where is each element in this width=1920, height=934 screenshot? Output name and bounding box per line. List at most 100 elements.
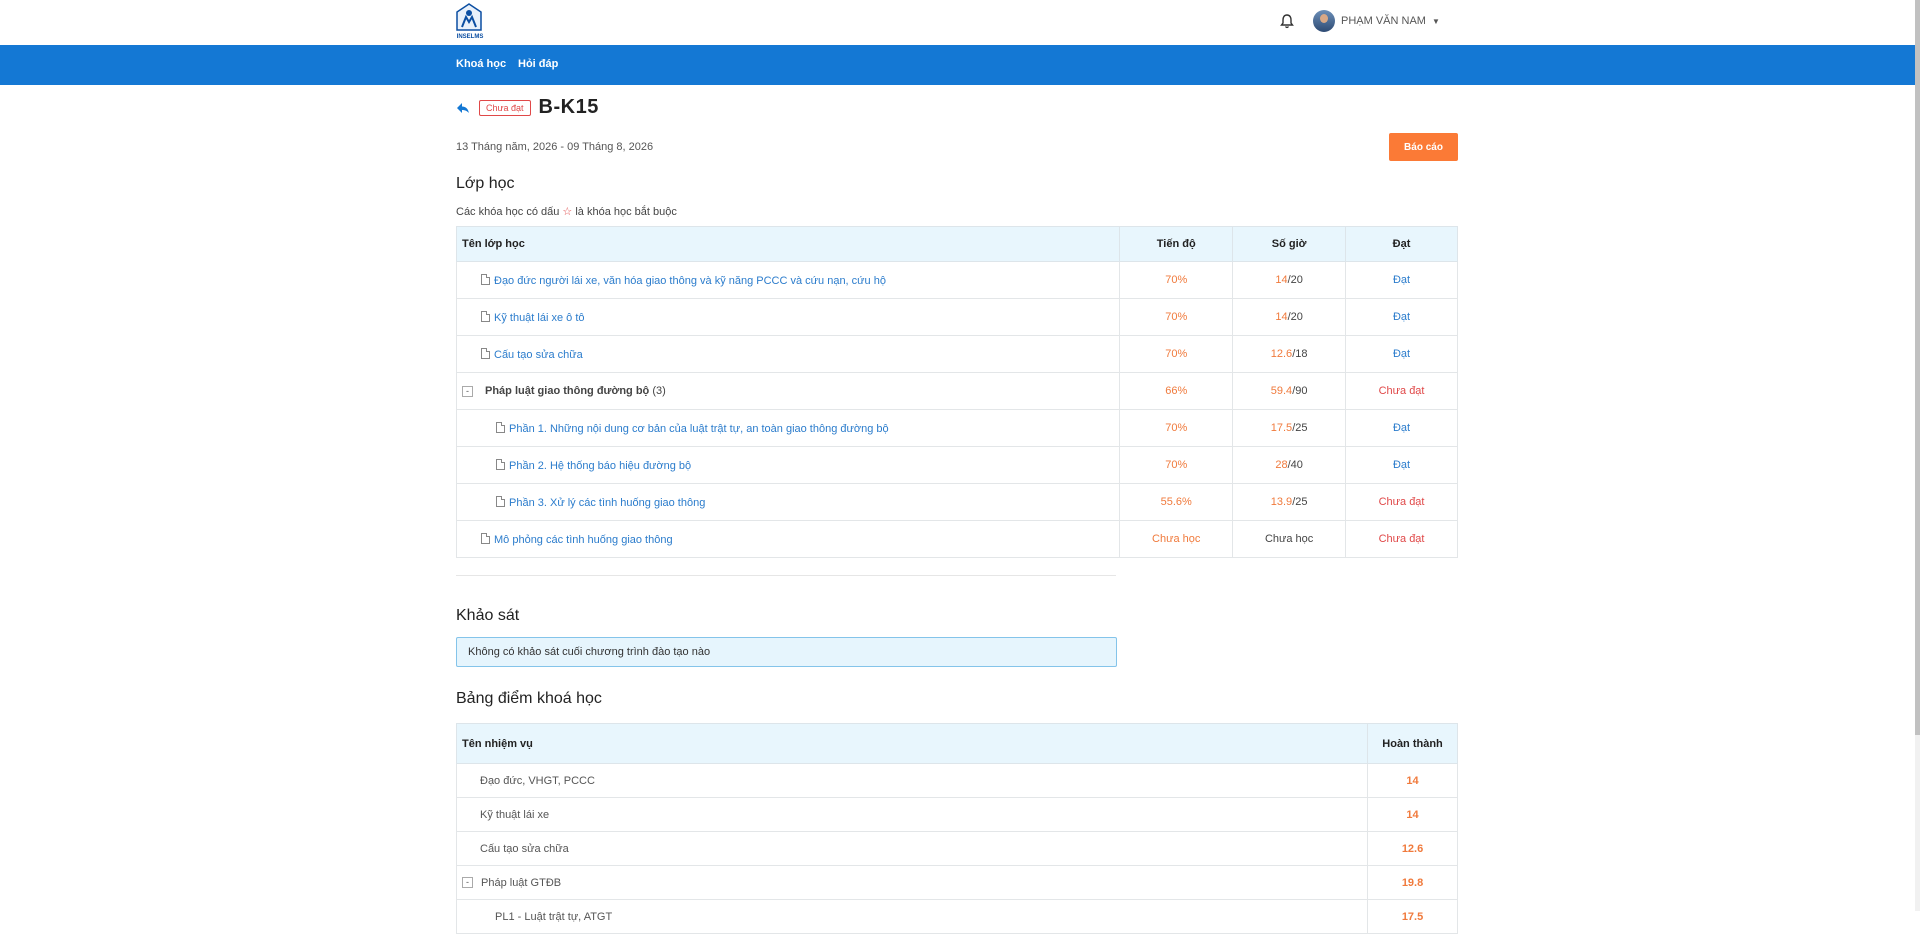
class-link[interactable]: Phần 3. Xử lý các tình huống giao thông	[509, 497, 705, 509]
document-icon	[481, 532, 490, 544]
progress-value: 70%	[1119, 446, 1234, 484]
hours-done: 17.5	[1270, 422, 1293, 434]
column-header-pass: Đạt	[1345, 226, 1458, 262]
table-header-row: Tên lớp học Tiến độ Số giờ Đạt	[455, 226, 1458, 262]
document-icon	[496, 495, 505, 507]
hours-done: 59.4	[1270, 385, 1293, 397]
logo-icon	[456, 3, 482, 31]
progress-value: 70%	[1119, 261, 1234, 299]
pass-status: Đạt	[1345, 335, 1458, 373]
hours-total: /20	[1287, 311, 1303, 323]
survey-section-title: Khảo sát	[456, 607, 520, 624]
notification-bell-icon[interactable]	[1280, 13, 1294, 29]
required-star-icon: ☆	[562, 206, 573, 218]
progress-value: Chưa học	[1119, 520, 1234, 558]
page-title: B-K15	[538, 96, 599, 118]
table-row: Cấu tạo sửa chữa 12.6	[455, 831, 1458, 866]
class-link[interactable]: Mô phỏng các tình huống giao thông	[494, 534, 673, 546]
progress-value: 66%	[1119, 372, 1234, 410]
class-link[interactable]: Phần 2. Hệ thống báo hiệu đường bộ	[509, 460, 691, 472]
progress-value: 70%	[1119, 409, 1234, 447]
hours-total: /90	[1292, 385, 1308, 397]
document-icon	[496, 458, 505, 470]
table-row: Phần 1. Những nội dung cơ bản của luật t…	[455, 409, 1458, 447]
task-name: Kỹ thuật lái xe	[455, 797, 1369, 832]
pass-status: Chưa đạt	[1345, 372, 1458, 410]
main-nav: Khoá học Hỏi đáp	[0, 45, 1920, 85]
progress-value: 70%	[1119, 298, 1234, 336]
table-row: PL1 - Luật trật tự, ATGT 17.5	[455, 899, 1458, 934]
task-name: PL1 - Luật trật tự, ATGT	[455, 899, 1369, 934]
column-header-class-name: Tên lớp học	[455, 226, 1121, 262]
table-row-group: - Pháp luật giao thông đường bộ (3) 66% 5…	[455, 372, 1458, 410]
progress-value: 70%	[1119, 335, 1234, 373]
back-arrow-icon[interactable]	[456, 102, 470, 114]
hours-cell: 17.5/25	[1232, 409, 1347, 447]
section-divider	[456, 575, 1116, 576]
title-row: Chưa đạt B-K15	[456, 96, 599, 119]
hours-done: 13.9	[1270, 496, 1293, 508]
nav-item-qa[interactable]: Hỏi đáp	[518, 58, 558, 70]
date-range: 13 Tháng năm, 2026 - 09 Tháng 8, 2026	[456, 141, 654, 153]
table-header-row: Tên nhiệm vụ Hoàn thành	[455, 723, 1458, 764]
hours-total: /25	[1292, 496, 1308, 508]
completed-value: 14	[1367, 797, 1458, 832]
hours-cell: 14/20	[1232, 298, 1347, 336]
class-link[interactable]: Phần 1. Những nội dung cơ bản của luật t…	[509, 423, 889, 435]
column-header-hours: Số giờ	[1232, 226, 1347, 262]
task-name: Đạo đức, VHGT, PCCC	[455, 763, 1369, 798]
site-logo[interactable]: INSELMS	[456, 3, 484, 41]
class-link[interactable]: Cấu tạo sửa chữa	[494, 349, 583, 361]
group-count: (3)	[652, 385, 666, 397]
pass-status: Đạt	[1345, 446, 1458, 484]
nav-item-courses[interactable]: Khoá học	[456, 58, 506, 70]
hours-cell: 14/20	[1232, 261, 1347, 299]
hours-total: /18	[1292, 348, 1308, 360]
hours-total: /20	[1287, 274, 1303, 286]
table-row: Phần 2. Hệ thống báo hiệu đường bộ 70% 2…	[455, 446, 1458, 484]
table-row-group: - Pháp luật GTĐB 19.8	[455, 865, 1458, 900]
progress-value: 55.6%	[1119, 483, 1234, 521]
table-row: Kỹ thuật lái xe ô tô 70% 14/20 Đạt	[455, 298, 1458, 336]
hours-done: 28	[1275, 459, 1288, 471]
survey-info-alert: Không có khảo sát cuối chương trình đào …	[456, 637, 1117, 667]
scrollbar-thumb[interactable]	[1915, 0, 1920, 735]
page-scrollbar[interactable]	[1915, 0, 1920, 911]
hours-done: 14	[1275, 311, 1288, 323]
hours-cell: 13.9/25	[1232, 483, 1347, 521]
avatar	[1313, 10, 1335, 32]
column-header-completed: Hoàn thành	[1367, 723, 1458, 764]
note-text-before: Các khóa học có dấu	[456, 206, 560, 218]
class-link[interactable]: Kỹ thuật lái xe ô tô	[494, 312, 585, 324]
pass-status: Chưa đạt	[1345, 520, 1458, 558]
completed-value: 17.5	[1367, 899, 1458, 934]
hours-cell: 59.4/90	[1232, 372, 1347, 410]
collapse-toggle-icon[interactable]: -	[462, 385, 473, 397]
classes-table: Tên lớp học Tiến độ Số giờ Đạt Đạo đức n…	[455, 226, 1458, 558]
collapse-toggle-icon[interactable]: -	[462, 877, 473, 889]
table-row: Mô phỏng các tình huống giao thông Chưa …	[455, 520, 1458, 558]
document-icon	[496, 421, 505, 433]
hours-done: 14	[1275, 274, 1288, 286]
classes-section-title: Lớp học	[456, 175, 515, 192]
document-icon	[481, 273, 490, 285]
chevron-down-icon: ▼	[1431, 16, 1440, 26]
task-name: Pháp luật GTĐB	[481, 876, 562, 889]
user-menu[interactable]: PHẠM VĂN NAM ▼	[1313, 10, 1440, 32]
document-icon	[481, 347, 490, 359]
table-row: Đạo đức người lái xe, văn hóa giao thông…	[455, 261, 1458, 299]
task-name: Cấu tạo sửa chữa	[455, 831, 1369, 866]
document-icon	[481, 310, 490, 322]
hours-total: /25	[1292, 422, 1308, 434]
class-link[interactable]: Đạo đức người lái xe, văn hóa giao thông…	[494, 275, 886, 287]
status-badge: Chưa đạt	[479, 99, 531, 116]
grades-table: Tên nhiệm vụ Hoàn thành Đạo đức, VHGT, P…	[455, 723, 1458, 934]
hours-cell: 12.6/18	[1232, 335, 1347, 373]
hours-done: 12.6	[1270, 348, 1293, 360]
table-row: Phần 3. Xử lý các tình huống giao thông …	[455, 483, 1458, 521]
report-button[interactable]: Báo cáo	[1389, 133, 1458, 161]
grades-section-title: Bảng điểm khoá học	[456, 690, 602, 707]
column-header-progress: Tiến độ	[1119, 226, 1234, 262]
completed-value: 19.8	[1367, 865, 1458, 900]
completed-value: 12.6	[1367, 831, 1458, 866]
